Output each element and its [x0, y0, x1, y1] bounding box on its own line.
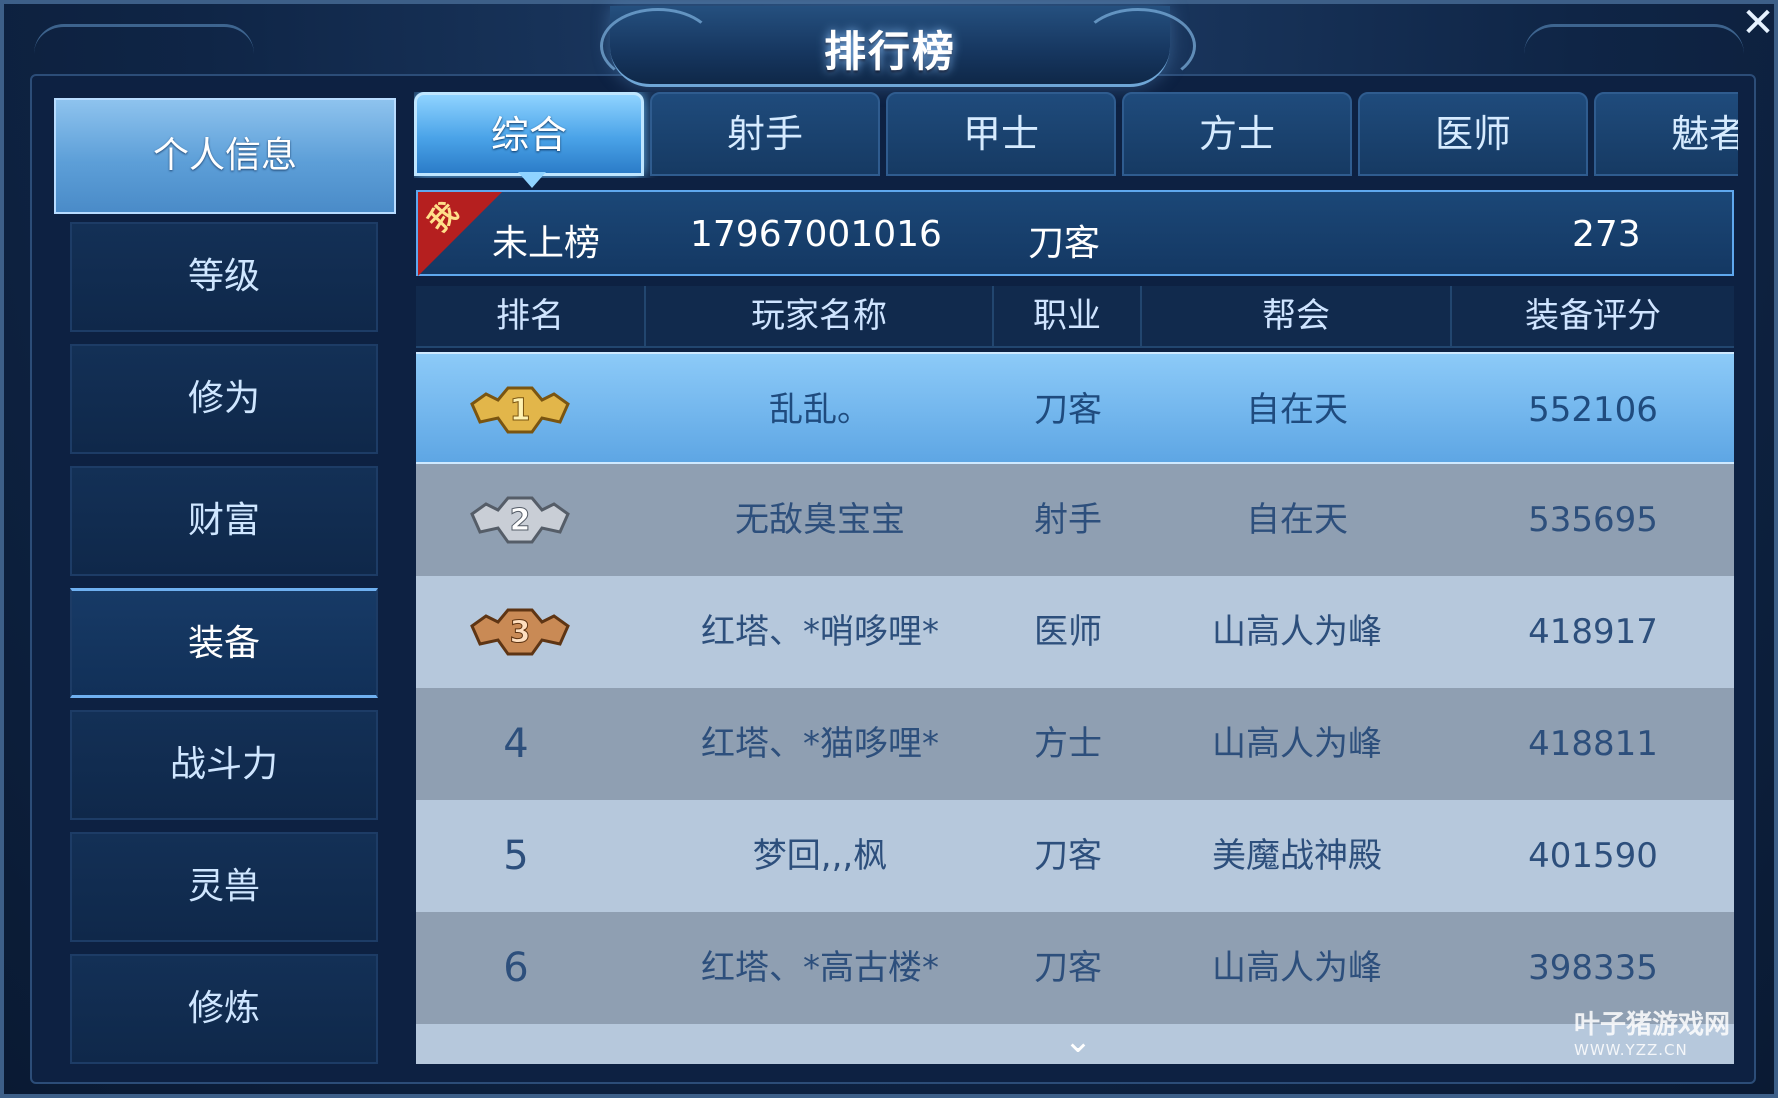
- ranking-table: 1 乱乱。 刀客 自在天 552106 2 无敌臭宝宝 射手 自在天 53569…: [416, 352, 1734, 1064]
- player-rank: 6: [503, 945, 529, 991]
- player-guild: 山高人为峰: [1212, 724, 1382, 764]
- player-guild: 自在天: [1246, 390, 1348, 430]
- watermark-logo-text: 叶子猪游戏网: [1574, 1010, 1731, 1040]
- tab-warrior[interactable]: 甲士: [886, 92, 1116, 176]
- sidebar-item-level[interactable]: 等级: [70, 222, 378, 332]
- player-class: 方士: [1034, 724, 1102, 764]
- player-score: 401590: [1528, 836, 1658, 876]
- table-row[interactable]: 6 红塔、*高古楼* 刀客 山高人为峰 398335: [416, 912, 1734, 1024]
- player-score: 418811: [1528, 724, 1658, 764]
- my-class: 刀客: [1028, 223, 1101, 264]
- player-rank: 4: [503, 721, 529, 767]
- player-guild: 山高人为峰: [1212, 948, 1382, 988]
- sidebar-item-combat-power[interactable]: 战斗力: [70, 710, 378, 820]
- sidebar-item-spirit-beast[interactable]: 灵兽: [70, 832, 378, 942]
- header-class: 职业: [994, 286, 1142, 346]
- my-score: 273: [1572, 214, 1641, 255]
- bronze-medal-icon: 3: [470, 608, 570, 656]
- table-row[interactable]: 1 乱乱。 刀客 自在天 552106: [416, 352, 1734, 464]
- player-name: 乱乱。: [769, 390, 871, 430]
- player-class: 医师: [1034, 612, 1102, 652]
- player-score: 552106: [1528, 390, 1658, 430]
- player-guild: 自在天: [1246, 500, 1348, 540]
- silver-medal-icon: 2: [470, 496, 570, 544]
- player-class: 刀客: [1034, 948, 1102, 988]
- my-rank-status: 未上榜: [492, 223, 601, 264]
- player-class: 射手: [1034, 500, 1102, 540]
- tab-archer[interactable]: 射手: [650, 92, 880, 176]
- table-row[interactable]: 4 红塔、*猫哆哩* 方士 山高人为峰 418811: [416, 688, 1734, 800]
- header-guild: 帮会: [1142, 286, 1452, 346]
- close-icon[interactable]: ✕: [1738, 0, 1778, 46]
- player-guild: 美魔战神殿: [1212, 836, 1382, 876]
- header-equipment-score: 装备评分: [1525, 296, 1661, 336]
- player-name: 红塔、*哨哆哩*: [701, 612, 939, 652]
- table-row[interactable]: 5 梦回,,,枫 刀客 美魔战神殿 401590: [416, 800, 1734, 912]
- active-tab-pointer: [518, 172, 546, 188]
- gold-medal-icon: 1: [470, 386, 570, 434]
- player-rank: 5: [503, 833, 529, 879]
- my-rank-row: 我 未上榜 17967001016 刀客 273: [416, 190, 1734, 276]
- my-player-name: 17967001016: [690, 214, 942, 255]
- header-player-name: 玩家名称: [646, 286, 994, 346]
- window-title: 排行榜: [823, 27, 956, 76]
- player-score: 418917: [1528, 612, 1658, 652]
- player-score: 535695: [1528, 500, 1658, 540]
- bronze-medal-number: 3: [510, 615, 531, 650]
- silver-medal-number: 2: [510, 503, 531, 538]
- sidebar-item-training[interactable]: 修炼: [70, 954, 378, 1064]
- sidebar-item-cultivation[interactable]: 修为: [70, 344, 378, 454]
- class-tabs: 综合 射手 甲士 方士 医师 魅者: [414, 92, 1738, 178]
- player-name: 红塔、*高古楼*: [701, 948, 939, 988]
- tab-healer[interactable]: 医师: [1358, 92, 1588, 176]
- sidebar-item-equipment[interactable]: 装备: [70, 588, 378, 698]
- table-header: 排名 玩家名称 职业 帮会 装备评分: [416, 286, 1734, 348]
- watermark-url: WWW.YZZ.CN: [1574, 1041, 1688, 1059]
- site-watermark: 叶子猪游戏网 WWW.YZZ.CN: [1574, 1004, 1734, 1064]
- chevron-down-icon[interactable]: ⌄: [1054, 1024, 1102, 1058]
- sidebar-item-personal-info[interactable]: 个人信息: [54, 98, 396, 214]
- table-row[interactable]: 3 红塔、*哨哆哩* 医师 山高人为峰 418917: [416, 576, 1734, 688]
- frame-ornament-left: [34, 24, 254, 67]
- tab-charmer[interactable]: 魅者: [1594, 92, 1738, 176]
- header-rank: 排名: [416, 286, 646, 346]
- player-name: 无敌臭宝宝: [735, 500, 905, 540]
- player-class: 刀客: [1034, 390, 1102, 430]
- tab-mage[interactable]: 方士: [1122, 92, 1352, 176]
- gold-medal-number: 1: [510, 393, 531, 428]
- player-class: 刀客: [1034, 836, 1102, 876]
- player-name: 梦回,,,枫: [752, 836, 888, 876]
- sidebar-item-wealth[interactable]: 财富: [70, 466, 378, 576]
- player-name: 红塔、*猫哆哩*: [701, 724, 939, 764]
- tab-overall[interactable]: 综合: [414, 92, 644, 176]
- frame-ornament-right: [1524, 24, 1744, 67]
- player-guild: 山高人为峰: [1212, 612, 1382, 652]
- table-row[interactable]: 2 无敌臭宝宝 射手 自在天 535695: [416, 464, 1734, 576]
